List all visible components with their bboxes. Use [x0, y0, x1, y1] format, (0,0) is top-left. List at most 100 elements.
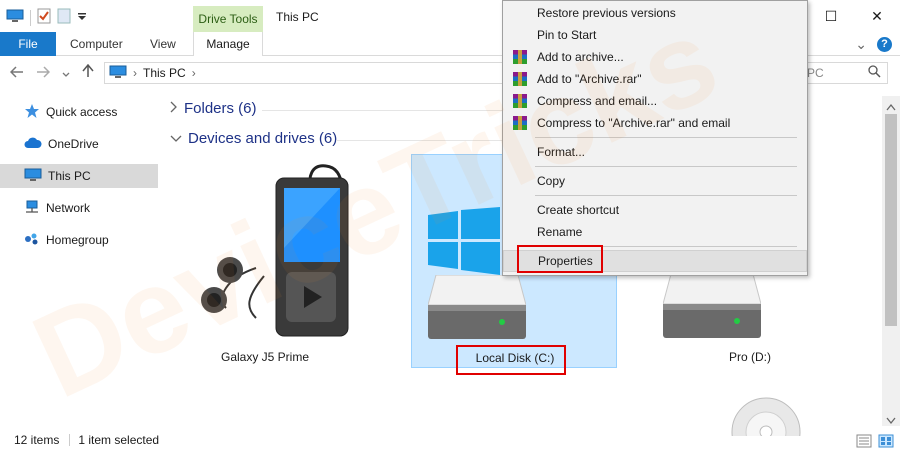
- computer-icon: [24, 168, 42, 185]
- breadcrumb-separator: ›: [133, 66, 137, 80]
- recent-locations-icon[interactable]: [62, 65, 70, 81]
- winrar-icon: [512, 49, 528, 65]
- sidebar-item-label: Network: [46, 201, 91, 215]
- menu-item-copy[interactable]: Copy: [503, 170, 807, 192]
- menu-item-label: Add to "Archive.rar": [537, 72, 642, 86]
- menu-item-restore-previous-versions[interactable]: Restore previous versions: [503, 2, 807, 24]
- customize-toolbar-icon[interactable]: [77, 11, 87, 25]
- folders-section-header[interactable]: Folders (6): [170, 100, 257, 117]
- folders-section-title: Folders (6): [184, 100, 257, 117]
- view-toggles: [856, 434, 894, 451]
- sidebar-item-quick-access[interactable]: Quick access: [0, 96, 160, 128]
- scroll-up-icon[interactable]: [886, 100, 896, 114]
- context-menu: Restore previous versions Pin to Start A…: [502, 0, 808, 276]
- cloud-icon: [24, 137, 42, 152]
- tab-view[interactable]: View: [150, 32, 176, 56]
- search-icon: [868, 65, 881, 81]
- menu-item-pin-to-start[interactable]: Pin to Start: [503, 24, 807, 46]
- tab-manage[interactable]: Manage: [193, 32, 263, 56]
- hard-drive-icon: [427, 274, 527, 342]
- up-arrow-icon[interactable]: [82, 63, 94, 81]
- menu-item-label: Rename: [537, 225, 583, 239]
- menu-item-label: Format...: [537, 145, 586, 159]
- sidebar-item-network[interactable]: Network: [0, 192, 160, 224]
- star-icon: [24, 103, 40, 122]
- menu-separator: [535, 137, 797, 138]
- address-bar[interactable]: › This PC ›: [104, 62, 504, 84]
- menu-item-label: Restore previous versions: [537, 6, 676, 20]
- menu-item-compress-to-archive-rar-and-email[interactable]: Compress to "Archive.rar" and email: [503, 112, 807, 134]
- menu-item-rename[interactable]: Rename: [503, 221, 807, 243]
- menu-item-label: Create shortcut: [537, 203, 620, 217]
- winrar-icon: [512, 71, 528, 87]
- sidebar-item-label: Quick access: [46, 105, 118, 119]
- search-input[interactable]: PC: [800, 62, 888, 84]
- winrar-icon: [512, 93, 528, 109]
- menu-item-label: Compress to "Archive.rar" and email: [537, 116, 731, 130]
- scroll-down-icon[interactable]: [886, 414, 896, 428]
- breadcrumb-separator: ›: [191, 66, 196, 80]
- status-separator: [69, 434, 71, 446]
- sidebar-item-label: This PC: [48, 169, 91, 183]
- winrar-icon: [512, 115, 528, 131]
- selection-count: 1 item selected: [78, 433, 160, 447]
- chevron-down-icon: [170, 130, 182, 147]
- properties-icon[interactable]: [37, 8, 51, 27]
- vertical-scrollbar[interactable]: [882, 96, 900, 426]
- menu-item-compress-and-email[interactable]: Compress and email...: [503, 90, 807, 112]
- sidebar-item-homegroup[interactable]: Homegroup: [0, 224, 160, 256]
- highlight-box-local-disk: [456, 345, 566, 375]
- details-view-icon[interactable]: [856, 434, 872, 451]
- sidebar-item-label: Homegroup: [46, 233, 109, 247]
- menu-item-label: Compress and email...: [537, 94, 658, 108]
- back-arrow-icon[interactable]: [9, 65, 24, 81]
- highlight-box-properties: [517, 245, 603, 273]
- sidebar-item-onedrive[interactable]: OneDrive: [0, 128, 160, 160]
- media-player-icon: [186, 158, 356, 341]
- new-folder-icon[interactable]: [57, 8, 71, 27]
- scroll-thumb[interactable]: [885, 114, 897, 326]
- ribbon-right-controls: ⌄ ?: [855, 36, 892, 53]
- close-button[interactable]: ✕: [854, 0, 900, 32]
- sidebar-item-this-pc[interactable]: This PC: [0, 164, 158, 188]
- breadcrumb-this-pc[interactable]: This PC: [143, 66, 186, 80]
- computer-icon[interactable]: [6, 9, 24, 26]
- network-icon: [24, 200, 40, 217]
- homegroup-icon: [24, 232, 40, 249]
- hard-drive-icon: [662, 273, 762, 341]
- toolbar-separator: [30, 9, 31, 26]
- large-icons-view-icon[interactable]: [878, 434, 894, 451]
- menu-item-create-shortcut[interactable]: Create shortcut: [503, 199, 807, 221]
- menu-item-add-to-archive[interactable]: Add to archive...: [503, 46, 807, 68]
- menu-separator: [535, 166, 797, 167]
- tab-computer[interactable]: Computer: [70, 32, 123, 56]
- devices-section-title: Devices and drives (6): [188, 130, 338, 147]
- forward-arrow-icon[interactable]: [36, 65, 51, 81]
- tile-label: Galaxy J5 Prime: [220, 350, 310, 364]
- maximize-button[interactable]: ☐: [808, 0, 854, 32]
- menu-item-label: Add to archive...: [537, 50, 624, 64]
- section-divider: [262, 110, 502, 111]
- window-title: This PC: [276, 10, 319, 24]
- navigation-pane: Quick access OneDrive This PC Network Ho…: [0, 96, 160, 426]
- menu-item-add-to-archive-rar[interactable]: Add to "Archive.rar": [503, 68, 807, 90]
- devices-section-header[interactable]: Devices and drives (6): [170, 130, 337, 147]
- tab-file[interactable]: File: [0, 32, 56, 56]
- this-pc-icon: [109, 65, 127, 82]
- navigation-buttons: [9, 63, 94, 81]
- windows-logo-icon: [428, 207, 500, 278]
- chevron-right-icon: [170, 100, 178, 117]
- menu-item-label: Copy: [537, 174, 566, 188]
- section-divider: [336, 140, 502, 141]
- search-placeholder: PC: [807, 66, 824, 80]
- help-icon[interactable]: ?: [877, 37, 892, 52]
- status-bar: 12 items 1 item selected: [0, 430, 900, 450]
- menu-item-format[interactable]: Format...: [503, 141, 807, 163]
- quick-access-toolbar: [6, 8, 87, 27]
- menu-separator: [535, 195, 797, 196]
- collapse-ribbon-icon[interactable]: ⌄: [855, 36, 867, 53]
- drive-tile-galaxy-j5[interactable]: Galaxy J5 Prime: [162, 154, 368, 368]
- sidebar-item-label: OneDrive: [48, 137, 99, 151]
- item-count: 12 items: [14, 433, 60, 447]
- drive-tools-group-label: Drive Tools: [193, 6, 263, 32]
